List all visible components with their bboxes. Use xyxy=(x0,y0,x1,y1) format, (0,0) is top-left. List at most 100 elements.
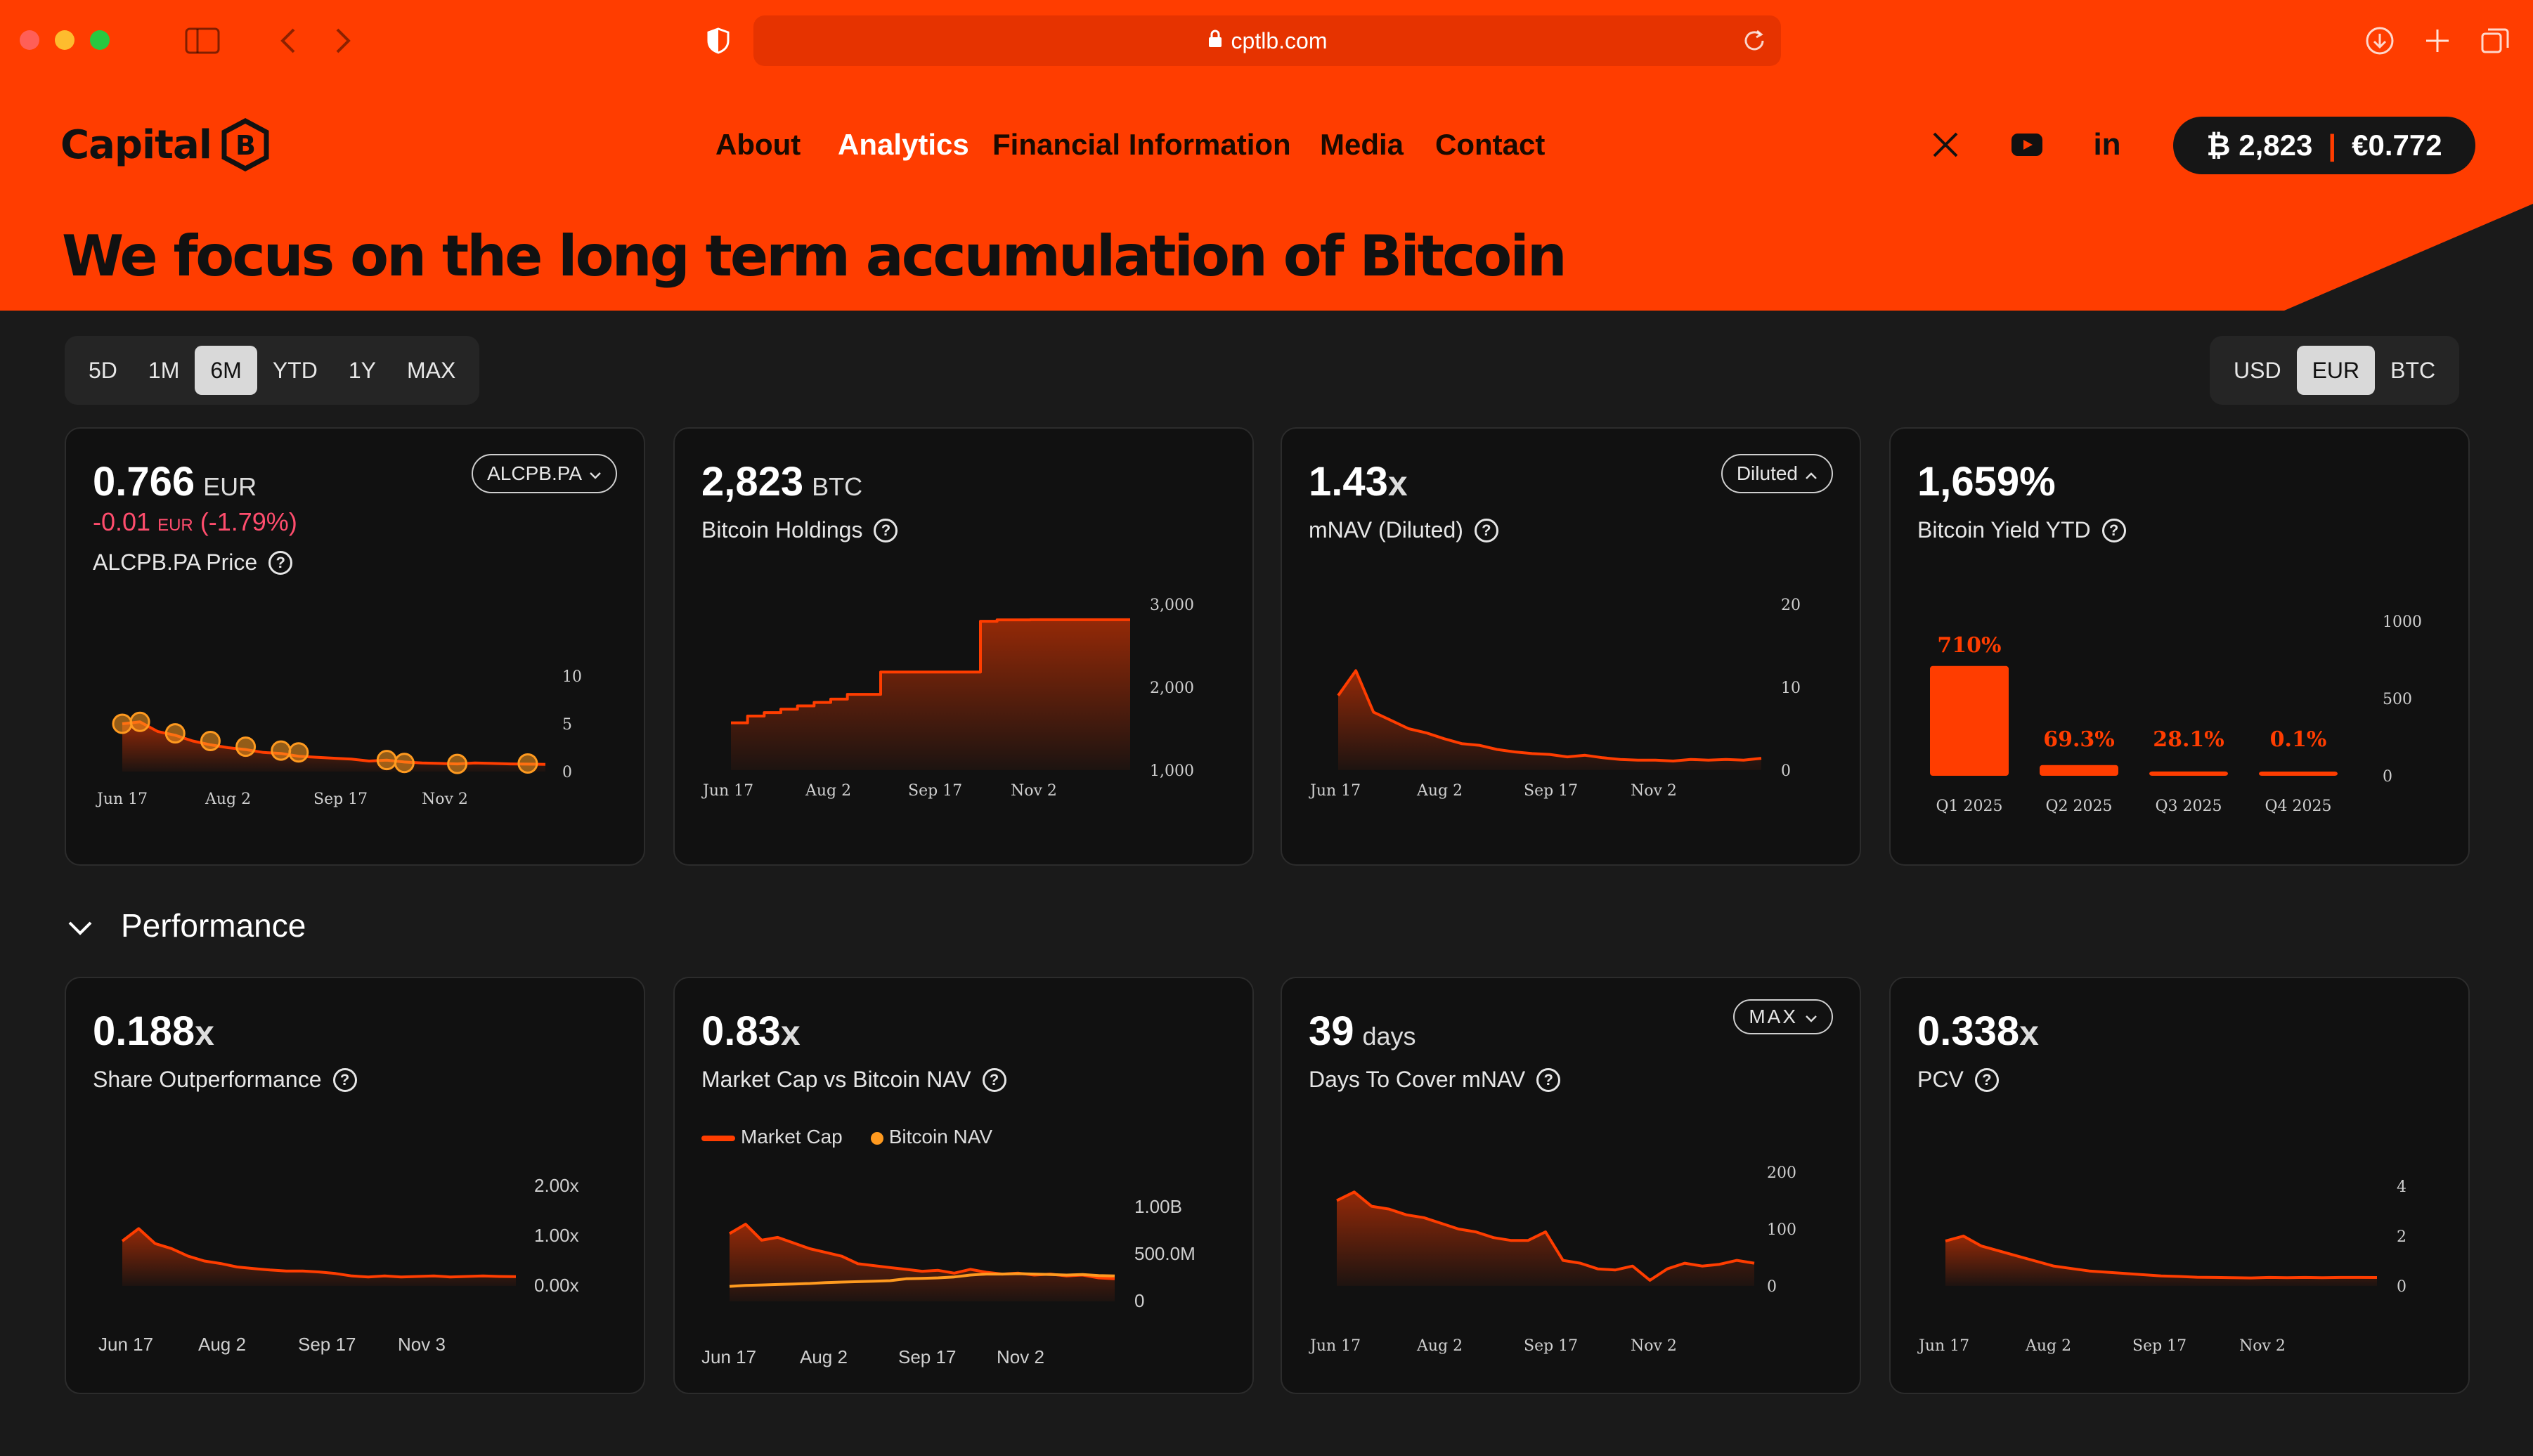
price-card: 0.766 EUR -0.01 EUR (-1.79%) ALCPB.PA Pr… xyxy=(65,427,645,866)
youtube-icon[interactable] xyxy=(2009,126,2045,163)
mnav-label: mNAV (Diluted) xyxy=(1309,517,1463,542)
x-tick-label: Jun 17 xyxy=(1309,1337,1361,1355)
help-icon[interactable]: ? xyxy=(1974,1067,1999,1092)
period-6m[interactable]: 6M xyxy=(195,346,257,395)
zoom-window-button[interactable] xyxy=(90,30,110,50)
price-marker[interactable] xyxy=(288,742,309,763)
yield-label: Bitcoin Yield YTD xyxy=(1917,517,2091,542)
period-1m[interactable]: 1M xyxy=(133,346,195,395)
period-1y[interactable]: 1Y xyxy=(333,346,391,395)
yield-bar[interactable] xyxy=(2149,771,2228,776)
nav-media[interactable]: Media xyxy=(1320,128,1404,162)
pcv-value: 0.338 xyxy=(1917,1008,2020,1054)
price-marker[interactable] xyxy=(271,740,292,761)
privacy-shield-icon[interactable] xyxy=(699,21,738,60)
price-marker[interactable] xyxy=(129,711,150,732)
pcv-unit: x xyxy=(2019,1013,2039,1053)
x-tick-label: Sep 17 xyxy=(1524,782,1578,800)
x-tick-label: Aug 2 xyxy=(1416,782,1463,800)
help-icon[interactable]: ? xyxy=(332,1067,357,1092)
price-marker[interactable] xyxy=(112,713,133,734)
yield-chart: 710% Q1 2025 69.3% Q2 2025 28.1% Q3 2025 0.1% Q… xyxy=(1930,613,2422,815)
range-dropdown[interactable]: MAX xyxy=(1733,999,1833,1034)
currency-usd[interactable]: USD xyxy=(2218,346,2297,395)
period-ytd[interactable]: YTD xyxy=(257,346,333,395)
chevron-down-icon xyxy=(589,462,602,485)
mnav-card: 1.43 x mNAV (Diluted) ? Diluted 0 10 20 Jun… xyxy=(1281,427,1861,866)
downloads-icon[interactable] xyxy=(2360,21,2399,60)
x-tick-label: Q1 2025 xyxy=(1936,798,2002,815)
yield-bar[interactable] xyxy=(2040,765,2118,776)
price-marker[interactable] xyxy=(200,730,221,751)
yield-bar-label: 28.1% xyxy=(2153,727,2224,752)
section-title: Performance xyxy=(121,907,306,944)
mcap-chart: 0 500.0M 1.00B Jun 17 Aug 2 Sep 17 Nov 2 xyxy=(701,1196,1196,1367)
y-tick-label: 0 xyxy=(2397,1278,2406,1296)
x-tick-label: Jun 17 xyxy=(1309,782,1361,800)
nav-contact[interactable]: Contact xyxy=(1435,128,1545,162)
price-change-value: -0.01 xyxy=(93,507,151,536)
currency-btc[interactable]: BTC xyxy=(2375,346,2451,395)
mcap-label: Market Cap vs Bitcoin NAV xyxy=(701,1067,971,1092)
period-5d[interactable]: 5D xyxy=(73,346,133,395)
price-unit: EUR xyxy=(203,472,257,501)
price-marker[interactable] xyxy=(376,750,397,771)
y-tick-label: 2 xyxy=(2397,1228,2406,1246)
performance-section-toggle[interactable]: Performance xyxy=(67,906,306,944)
y-tick-label: 0.00x xyxy=(534,1275,579,1296)
sidebar-toggle-icon[interactable] xyxy=(183,21,222,60)
mcap-card: 0.83 x Market Cap vs Bitcoin NAV ? Marke… xyxy=(673,977,1254,1394)
holdings-price-pill[interactable]: ₿ 2,823 | €0.772 xyxy=(2173,117,2475,174)
period-max[interactable]: MAX xyxy=(391,346,471,395)
help-icon[interactable]: ? xyxy=(268,550,293,575)
mnav-chart: 0 10 20 Jun 17 Aug 2 Sep 17 Nov 2 xyxy=(1309,597,1801,800)
help-icon[interactable]: ? xyxy=(982,1067,1006,1092)
reload-icon[interactable] xyxy=(1742,28,1767,59)
holdings-unit: BTC xyxy=(812,472,863,501)
outperf-label-row: Share Outperformance ? xyxy=(93,1067,357,1093)
bitcoin-logo-icon: B xyxy=(221,118,269,171)
forward-icon[interactable] xyxy=(323,21,363,60)
x-tick-label: Q2 2025 xyxy=(2045,798,2112,815)
yield-bar[interactable] xyxy=(1930,665,2009,776)
price-marker[interactable] xyxy=(235,736,257,758)
pcv-label: PCV xyxy=(1917,1067,1964,1092)
x-tick-label: Aug 2 xyxy=(1416,1337,1463,1355)
price-marker[interactable] xyxy=(394,753,415,774)
price-marker[interactable] xyxy=(517,753,538,774)
back-icon[interactable] xyxy=(268,21,308,60)
minimize-window-button[interactable] xyxy=(55,30,74,50)
chevron-up-icon xyxy=(1805,462,1818,485)
x-tick-label: Nov 2 xyxy=(2239,1337,2286,1355)
linkedin-icon[interactable]: in xyxy=(2089,126,2125,163)
logo[interactable]: Capital B xyxy=(60,118,272,171)
close-window-button[interactable] xyxy=(20,30,39,50)
nav-analytics[interactable]: Analytics xyxy=(838,128,969,162)
y-tick-label: 10 xyxy=(562,668,582,686)
mnav-value: 1.43 xyxy=(1309,459,1388,505)
nav-financial-information[interactable]: Financial Information xyxy=(992,128,1291,162)
outperf-label: Share Outperformance xyxy=(93,1067,322,1092)
help-icon[interactable]: ? xyxy=(2101,518,2126,542)
tab-overview-icon[interactable] xyxy=(2475,21,2515,60)
x-tick-label: Jun 17 xyxy=(701,1346,756,1367)
y-tick-label: 1,000 xyxy=(1150,762,1194,780)
help-icon[interactable]: ? xyxy=(874,518,898,542)
new-tab-icon[interactable] xyxy=(2418,21,2457,60)
price-marker[interactable] xyxy=(164,723,186,744)
price-marker[interactable] xyxy=(447,753,468,774)
diluted-dropdown[interactable]: Diluted xyxy=(1721,454,1833,493)
yield-value-block: 1,659% xyxy=(1917,458,2056,505)
price-label: ALCPB.PA Price xyxy=(93,550,258,575)
x-tick-label: Aug 2 xyxy=(198,1334,246,1355)
address-bar[interactable]: cptlb.com xyxy=(753,15,1781,66)
mnav-label-row: mNAV (Diluted) ? xyxy=(1309,517,1498,543)
nav-about[interactable]: About xyxy=(715,128,801,162)
x-icon[interactable] xyxy=(1927,126,1964,163)
ticker-dropdown[interactable]: ALCPB.PA xyxy=(472,454,617,493)
currency-eur[interactable]: EUR xyxy=(2296,346,2376,395)
x-tick-label: Aug 2 xyxy=(205,791,251,808)
help-icon[interactable]: ? xyxy=(1474,518,1498,542)
help-icon[interactable]: ? xyxy=(1536,1067,1561,1092)
yield-bar[interactable] xyxy=(2259,772,2338,776)
